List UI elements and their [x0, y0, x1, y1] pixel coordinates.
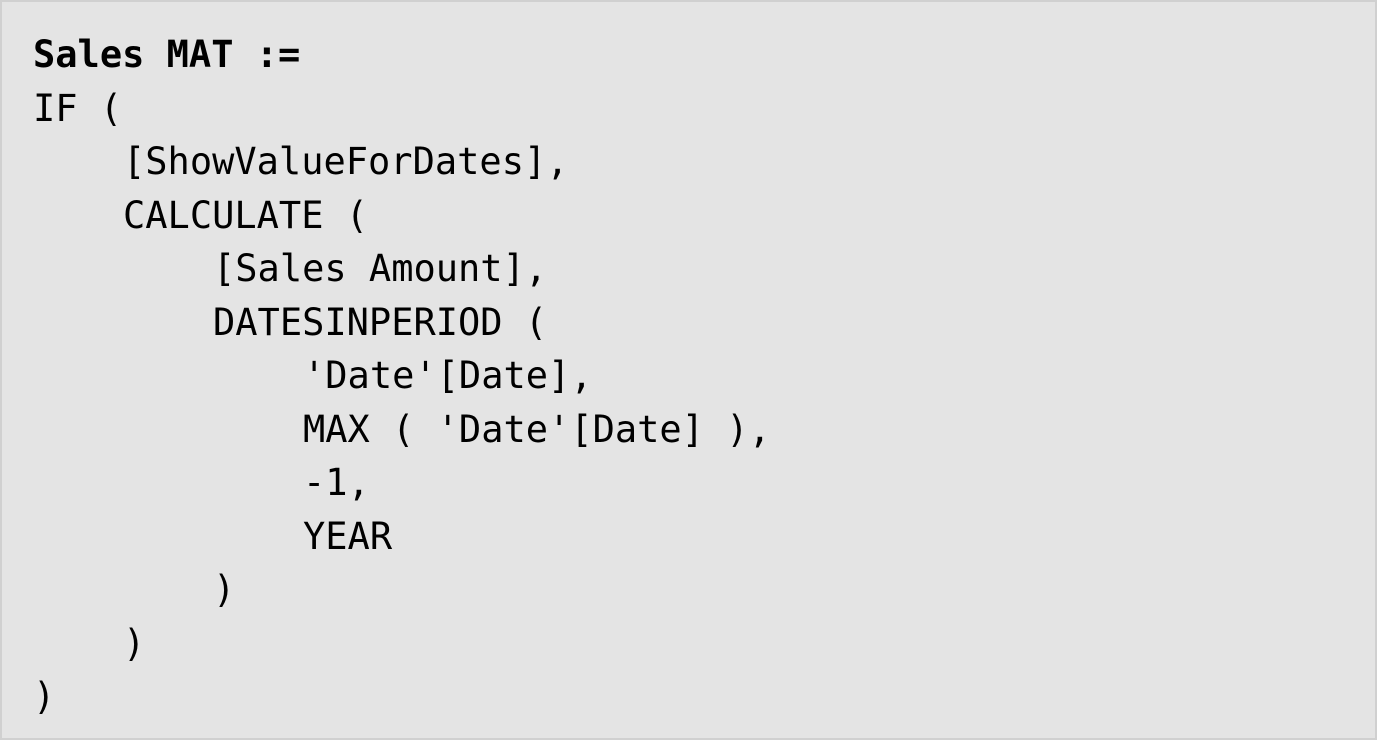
code-line: )	[123, 621, 146, 665]
code-line: 'Date'[Date],	[303, 354, 593, 397]
code-line: )	[33, 675, 56, 718]
code-line: [Sales Amount],	[213, 247, 548, 290]
code-line: IF (	[33, 86, 123, 130]
code-line: )	[213, 568, 236, 611]
code-line-measure-name: Sales MAT :=	[33, 33, 301, 76]
code-lines: Sales MAT := IF ( [ShowValueForDates], C…	[33, 28, 771, 724]
code-block: Sales MAT := IF ( [ShowValueForDates], C…	[0, 0, 1377, 740]
code-line: MAX ( 'Date'[Date] ),	[303, 407, 771, 451]
code-line: [ShowValueForDates],	[123, 140, 569, 183]
code-line: CALCULATE (	[123, 193, 369, 237]
code-line: DATESINPERIOD (	[213, 300, 548, 344]
code-line: YEAR	[303, 514, 393, 558]
code-line: -1,	[303, 461, 370, 504]
